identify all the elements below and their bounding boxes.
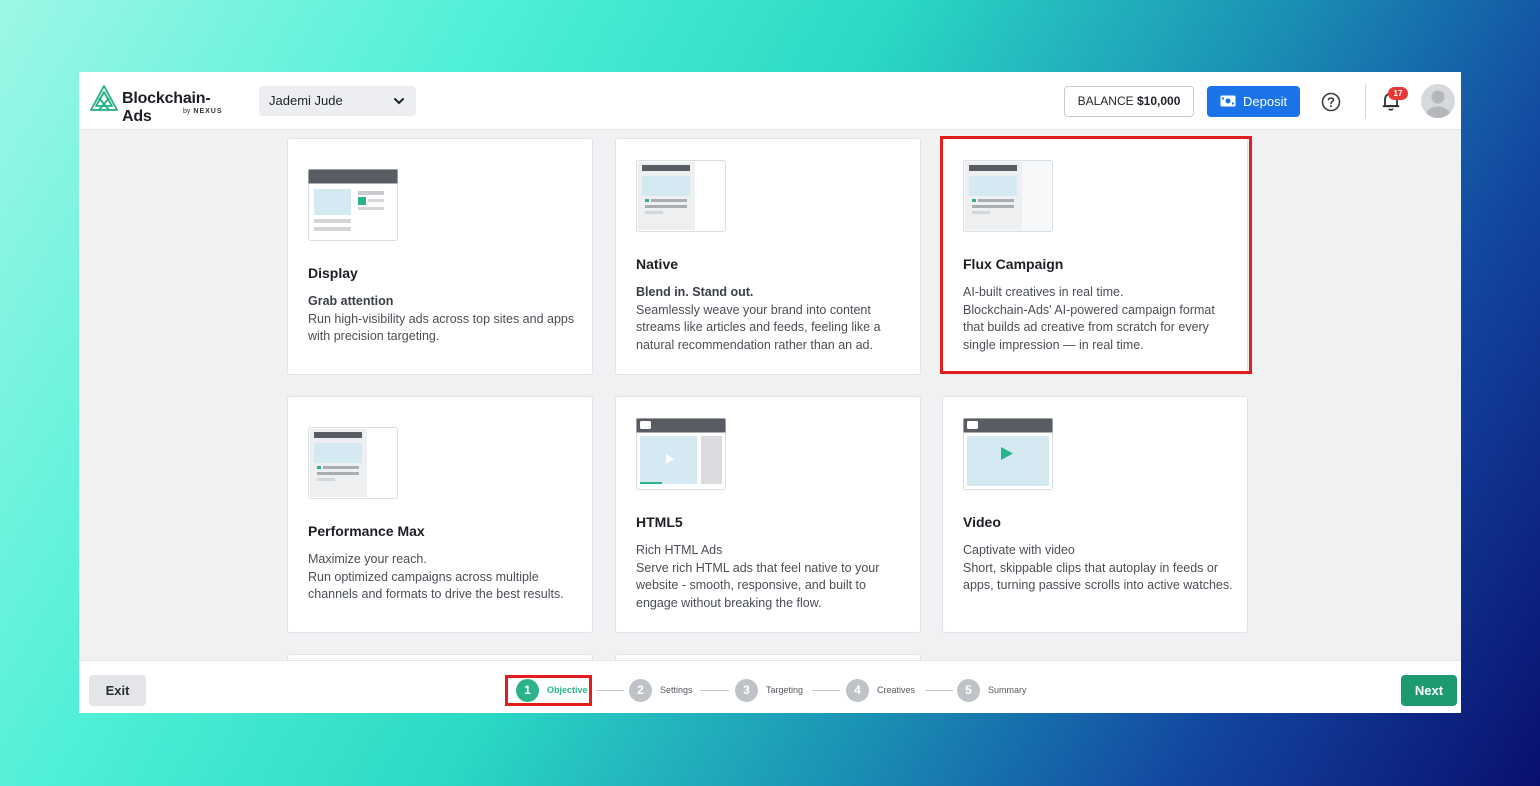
native-ad-illustration [636, 160, 726, 232]
top-header: Blockchain-Ads by NEXUS Jademi Jude BALAN… [79, 72, 1461, 130]
objective-card-performance-max[interactable]: Performance Max Maximize your reach. Run… [287, 396, 593, 633]
objective-card-flux-campaign[interactable]: Flux Campaign AI-built creatives in real… [942, 138, 1248, 375]
card-title: Video [963, 514, 1001, 530]
wizard-stepper: 1 Objective 2 Settings 3 Targeting 4 Cre… [516, 679, 1056, 703]
balance-value: $10,000 [1136, 94, 1181, 108]
balance-display[interactable]: BALANCE $10,000 [1064, 86, 1194, 117]
card-text: Run optimized campaigns across multiple … [308, 569, 564, 602]
step-label: Creatives [877, 685, 916, 695]
logo[interactable]: Blockchain-Ads by NEXUS [89, 84, 239, 125]
step-number: 4 [846, 679, 869, 702]
card-lead: Grab attention [308, 294, 394, 308]
card-description: Rich HTML Ads Serve rich HTML ads that f… [636, 542, 906, 612]
deposit-label: Deposit [1243, 94, 1288, 109]
step-label: Targeting [766, 685, 804, 695]
header-divider [1365, 84, 1366, 118]
blockchain-ads-logo-icon [90, 85, 118, 111]
help-icon[interactable] [1321, 92, 1341, 112]
card-title: HTML5 [636, 514, 683, 530]
card-lead: Blend in. Stand out. [636, 285, 754, 299]
card-description: Maximize your reach. Run optimized campa… [308, 551, 578, 604]
user-avatar-icon [1426, 90, 1450, 118]
card-description: Grab attention Run high-visibility ads a… [308, 293, 578, 346]
card-text: Seamlessly weave your brand into content… [636, 302, 881, 352]
step-number: 5 [957, 679, 980, 702]
exit-button[interactable]: Exit [89, 675, 146, 706]
step-number: 3 [735, 679, 758, 702]
step-connector [596, 690, 624, 691]
card-text: Serve rich HTML ads that feel native to … [636, 560, 880, 610]
avatar[interactable] [1421, 84, 1455, 118]
performance-max-illustration [308, 427, 398, 499]
next-button[interactable]: Next [1401, 675, 1457, 706]
account-select[interactable]: Jademi Jude [259, 86, 416, 116]
card-title: Native [636, 256, 679, 272]
objective-card-video[interactable]: Video Captivate with video Short, skippa… [942, 396, 1248, 633]
step-label: Objective [547, 685, 588, 695]
display-ad-illustration [308, 169, 398, 241]
chevron-down-icon [394, 98, 404, 105]
step-connector [925, 690, 953, 691]
objective-card-html5[interactable]: HTML5 Rich HTML Ads Serve rich HTML ads … [615, 396, 921, 633]
notification-badge: 17 [1388, 87, 1408, 100]
step-number: 2 [629, 679, 652, 702]
deposit-button[interactable]: Deposit [1207, 86, 1300, 117]
objective-card-display[interactable]: Display Grab attention Run high-visibili… [287, 138, 593, 375]
html5-ad-illustration [636, 418, 726, 490]
card-title: Performance Max [308, 523, 425, 539]
card-title: Flux Campaign [963, 256, 1064, 272]
card-lead: AI-built creatives in real time. [963, 285, 1124, 299]
step-number: 1 [516, 679, 539, 702]
step-label: Summary [988, 685, 1027, 695]
card-lead: Captivate with video [963, 543, 1075, 557]
card-text: Blockchain-Ads' AI-powered campaign form… [963, 302, 1215, 352]
card-title: Display [308, 265, 358, 281]
step-connector [700, 690, 729, 691]
card-text: Short, skippable clips that autoplay in … [963, 560, 1233, 593]
card-description: Captivate with video Short, skippable cl… [963, 542, 1233, 595]
app-window: Blockchain-Ads by NEXUS Jademi Jude BALAN… [79, 72, 1461, 713]
objective-card-native[interactable]: Native Blend in. Stand out. Seamlessly w… [615, 138, 921, 375]
account-name: Jademi Jude [269, 93, 343, 108]
step-label: Settings [660, 685, 693, 695]
flux-campaign-illustration [963, 160, 1053, 232]
card-lead: Maximize your reach. [308, 552, 427, 566]
card-description: Blend in. Stand out. Seamlessly weave yo… [636, 284, 906, 354]
card-lead: Rich HTML Ads [636, 543, 723, 557]
card-text: Run high-visibility ads across top sites… [308, 311, 575, 344]
step-connector [812, 690, 840, 691]
cash-icon [1220, 95, 1236, 107]
wizard-footer: Exit 1 Objective 2 Settings 3 Targeting … [79, 660, 1461, 713]
card-description: AI-built creatives in real time. Blockch… [963, 284, 1233, 354]
video-ad-illustration [963, 418, 1053, 490]
objective-grid: Display Grab attention Run high-visibili… [79, 130, 1461, 660]
balance-label: BALANCE [1077, 94, 1134, 108]
logo-byline: by NEXUS [183, 108, 223, 115]
